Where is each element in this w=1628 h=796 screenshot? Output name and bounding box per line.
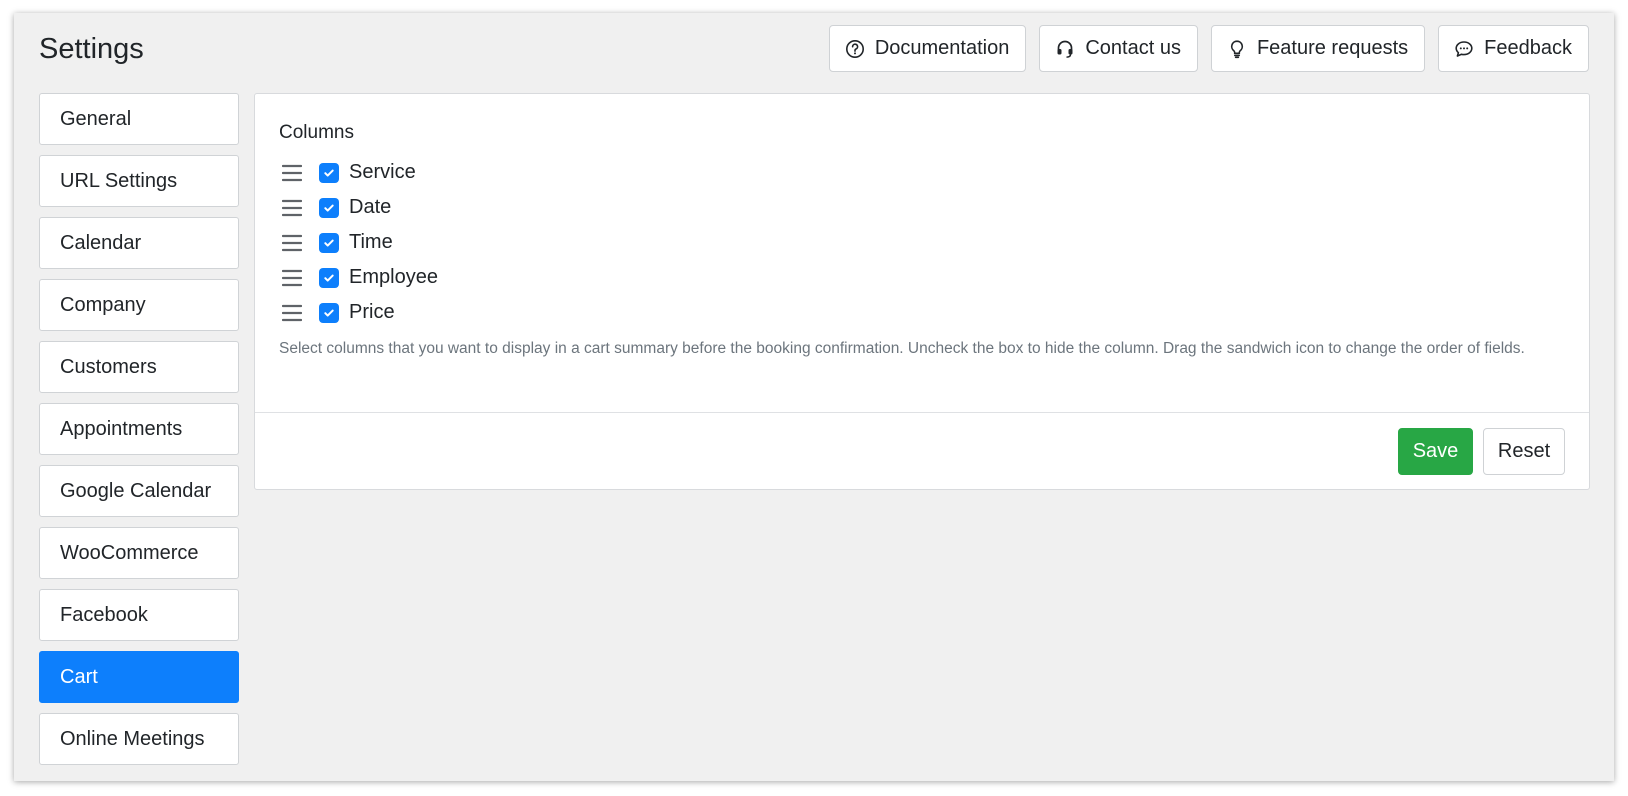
header-actions: Documentation Contact us Feature request…	[828, 25, 1589, 72]
column-row-employee: Employee	[279, 260, 1565, 295]
drag-handle-icon[interactable]	[281, 303, 303, 323]
sidebar-item-google-calendar[interactable]: Google Calendar	[39, 465, 239, 517]
sidebar-item-facebook[interactable]: Facebook	[39, 589, 239, 641]
drag-handle-icon[interactable]	[281, 268, 303, 288]
feedback-label: Feedback	[1484, 37, 1572, 59]
columns-label: Columns	[279, 122, 354, 143]
documentation-label: Documentation	[874, 37, 1010, 59]
drag-handle-icon[interactable]	[281, 198, 303, 218]
chat-icon	[1454, 39, 1474, 59]
column-checkbox[interactable]	[319, 197, 339, 218]
column-row-date: Date	[279, 190, 1565, 225]
lightbulb-icon	[1227, 39, 1247, 59]
panel-body: Columns Service Date Time Employee Price…	[279, 120, 1565, 361]
sidebar-item-general[interactable]: General	[39, 93, 239, 145]
headset-icon	[1055, 39, 1075, 59]
page-title: Settings	[39, 33, 144, 65]
feature-requests-label: Feature requests	[1256, 37, 1409, 59]
column-label: Time	[349, 231, 393, 253]
column-label: Price	[349, 301, 395, 323]
documentation-button[interactable]: Documentation	[828, 25, 1027, 72]
sidebar-item-online-meetings[interactable]: Online Meetings	[39, 713, 239, 765]
cart-settings-panel: Columns Service Date Time Employee Price…	[254, 93, 1590, 490]
column-checkbox[interactable]	[319, 302, 339, 323]
sidebar-item-appointments[interactable]: Appointments	[39, 403, 239, 455]
settings-window: Settings Documentation Contact us Featur…	[14, 13, 1614, 781]
columns-help-text: Select columns that you want to display …	[279, 340, 1525, 357]
contact-us-label: Contact us	[1085, 37, 1181, 59]
drag-handle-icon[interactable]	[281, 163, 303, 183]
column-row-service: Service	[279, 155, 1565, 190]
column-checkbox[interactable]	[319, 267, 339, 288]
column-checkbox[interactable]	[319, 162, 339, 183]
feedback-button[interactable]: Feedback	[1438, 25, 1589, 72]
column-label: Date	[349, 196, 392, 218]
save-button[interactable]: Save	[1398, 428, 1473, 475]
sidebar-item-woocommerce[interactable]: WooCommerce	[39, 527, 239, 579]
contact-us-button[interactable]: Contact us	[1039, 25, 1198, 72]
column-row-time: Time	[279, 225, 1565, 260]
feature-requests-button[interactable]: Feature requests	[1210, 25, 1426, 72]
column-row-price: Price	[279, 295, 1565, 330]
drag-handle-icon[interactable]	[281, 233, 303, 253]
question-circle-icon	[845, 39, 865, 59]
settings-sidebar: General URL Settings Calendar Company Cu…	[39, 93, 239, 765]
column-checkbox[interactable]	[319, 232, 339, 253]
sidebar-item-url-settings[interactable]: URL Settings	[39, 155, 239, 207]
sidebar-item-customers[interactable]: Customers	[39, 341, 239, 393]
reset-button[interactable]: Reset	[1483, 428, 1565, 475]
header: Settings Documentation Contact us Featur…	[39, 25, 1589, 72]
column-label: Service	[349, 161, 416, 183]
panel-footer: Save Reset	[255, 412, 1589, 489]
sidebar-item-company[interactable]: Company	[39, 279, 239, 331]
column-label: Employee	[349, 266, 438, 288]
sidebar-item-calendar[interactable]: Calendar	[39, 217, 239, 269]
footer-actions: Save Reset	[1398, 428, 1565, 475]
sidebar-item-cart[interactable]: Cart	[39, 651, 239, 703]
